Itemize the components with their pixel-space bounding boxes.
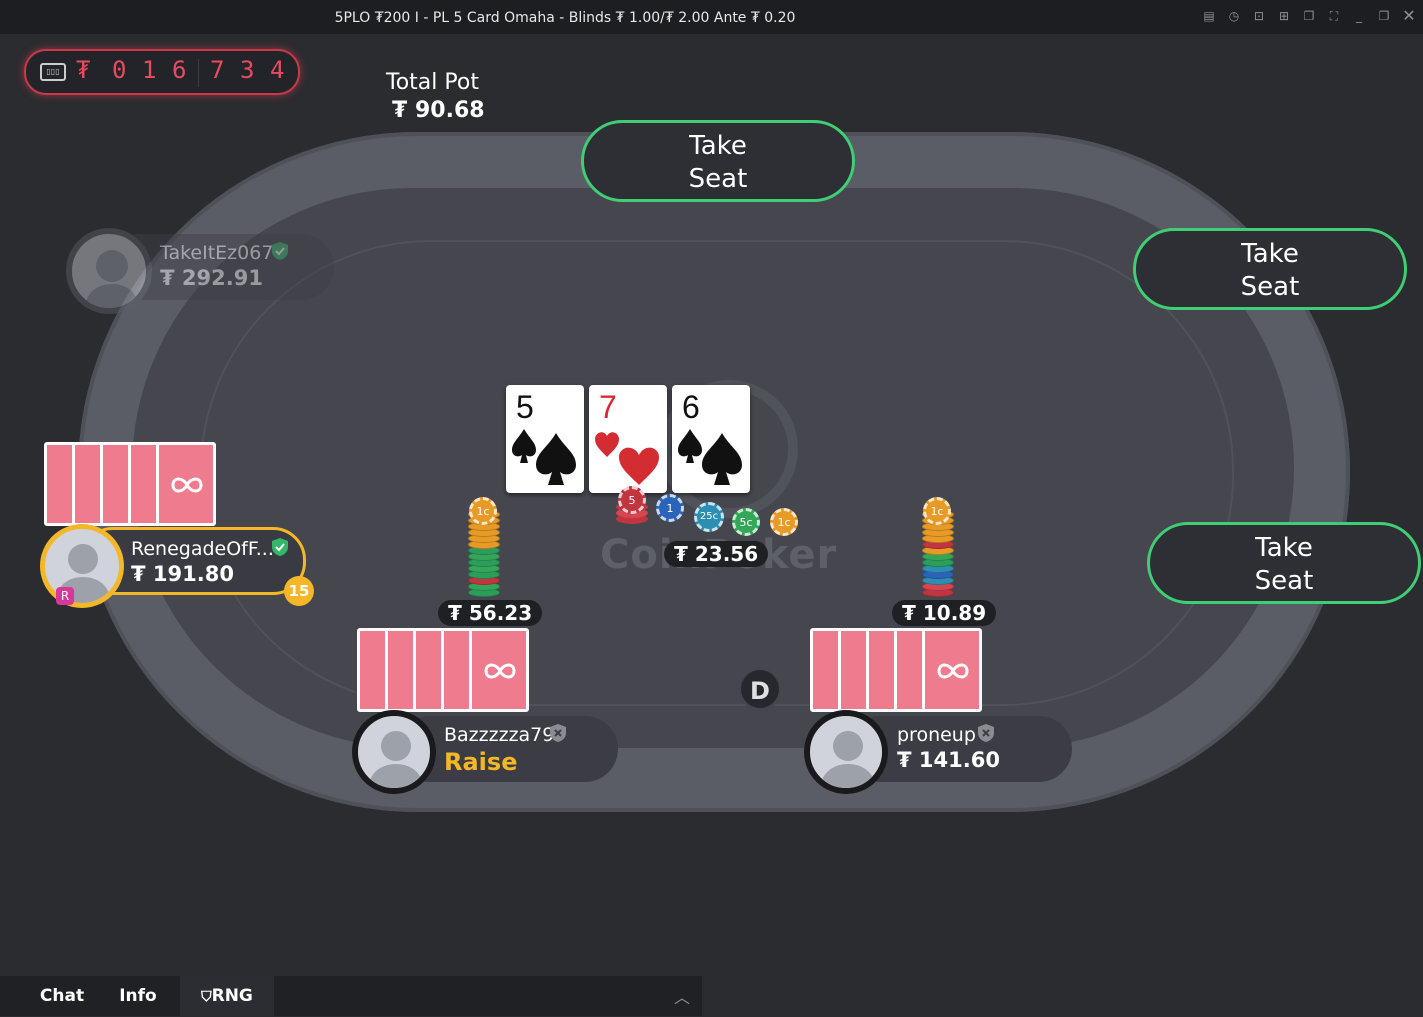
hole-cards-renegade bbox=[44, 442, 216, 526]
avatar bbox=[66, 228, 152, 314]
bottom-bar: Chat Info ⛉RNG ︿ bbox=[0, 976, 702, 1016]
community-card-1: 5 bbox=[506, 385, 584, 493]
minimize-icon[interactable]: _ bbox=[1352, 9, 1366, 23]
take-seat-label: Take Seat bbox=[688, 131, 748, 194]
chip-top-label: 1c bbox=[923, 497, 951, 525]
coinpoker-logo-icon bbox=[937, 663, 969, 679]
player-seat-renegade[interactable]: R RenegadeOfF... ₮ 191.80 15 bbox=[36, 524, 316, 610]
history-icon[interactable]: ◷ bbox=[1227, 9, 1241, 23]
avatar bbox=[804, 710, 888, 794]
chip-green: 5c bbox=[732, 508, 760, 536]
chip-teal: 25c bbox=[694, 502, 724, 532]
card-rank: 7 bbox=[599, 389, 617, 425]
lobby-icon[interactable]: ▤ bbox=[1202, 9, 1216, 23]
jackpot-digit: 1 bbox=[142, 56, 157, 84]
window-title: 5PLO ₮200 I - PL 5 Card Omaha - Blinds ₮… bbox=[334, 10, 796, 26]
jackpot-digit: 7 bbox=[210, 56, 225, 84]
take-seat-button-top[interactable]: Take Seat bbox=[581, 120, 855, 202]
bazzzzza79-bet: ₮ 56.23 bbox=[438, 600, 543, 626]
total-pot-label: Total Pot bbox=[386, 70, 479, 95]
player-seat-bazzzzza79[interactable]: Bazzzzza79 Raise bbox=[350, 708, 620, 794]
card-back bbox=[156, 442, 216, 526]
card-rank: 6 bbox=[682, 389, 700, 425]
verified-shield-icon bbox=[272, 242, 288, 260]
tab-rng[interactable]: ⛉RNG bbox=[180, 976, 274, 1016]
proneup-bet: ₮ 10.89 bbox=[892, 600, 997, 626]
chip-label: 5 bbox=[618, 486, 646, 514]
take-seat-label: Take Seat bbox=[1254, 533, 1314, 596]
tab-chat[interactable]: Chat bbox=[24, 976, 100, 1016]
total-pot-value: ₮ 90.68 bbox=[392, 98, 485, 123]
card-back bbox=[922, 628, 982, 712]
title-bar: 5PLO ₮200 I - PL 5 Card Omaha - Blinds ₮… bbox=[0, 0, 1423, 34]
verified-shield-icon bbox=[272, 538, 288, 556]
avatar bbox=[40, 524, 124, 608]
hole-cards-bazzzzza79 bbox=[357, 628, 529, 712]
jackpot-digit: 6 bbox=[172, 56, 187, 84]
unverified-shield-icon bbox=[978, 724, 994, 742]
unverified-shield-icon bbox=[550, 724, 566, 742]
chip-blue: 1 bbox=[656, 494, 684, 522]
take-seat-label: Take Seat bbox=[1240, 239, 1300, 302]
action-timer: 15 bbox=[284, 576, 314, 606]
take-seat-button-right-lower[interactable]: Take Seat bbox=[1147, 522, 1421, 604]
player-seat-takeitez067[interactable]: TakeItEz067 ₮ 292.91 bbox=[66, 228, 336, 314]
shield-icon: ⛉ bbox=[201, 989, 212, 1005]
cashier-icon[interactable]: ⊡ bbox=[1252, 9, 1266, 23]
jackpot-separator bbox=[198, 59, 199, 87]
chip-top-label: 1c bbox=[469, 497, 497, 525]
hole-cards-proneup bbox=[810, 628, 982, 712]
take-seat-button-right-upper[interactable]: Take Seat bbox=[1133, 228, 1407, 310]
player-badge: R bbox=[56, 587, 74, 605]
jackpot-digit: 0 bbox=[112, 56, 127, 84]
player-stack: ₮ 292.91 bbox=[160, 266, 263, 290]
player-name: Bazzzzza79 bbox=[444, 724, 555, 746]
coinpoker-logo-icon bbox=[171, 477, 203, 493]
jackpot-icon: ▯▯▯ bbox=[40, 63, 66, 81]
tab-rng-label: RNG bbox=[211, 986, 253, 1006]
center-pot-bet: ₮ 23.56 bbox=[664, 541, 769, 567]
fullscreen-icon[interactable]: ⛶ bbox=[1327, 9, 1341, 23]
jackpot-digit: 4 bbox=[270, 56, 285, 84]
tile-tables-icon[interactable]: ⊞ bbox=[1277, 9, 1291, 23]
card-back bbox=[469, 628, 529, 712]
player-last-action: Raise bbox=[444, 748, 518, 776]
chip-stack-red: 5 bbox=[616, 486, 650, 534]
chip-orange: 1c bbox=[770, 508, 798, 536]
community-card-2: 7 bbox=[589, 385, 667, 493]
avatar bbox=[352, 710, 436, 794]
heart-icon bbox=[595, 432, 659, 485]
player-name: TakeItEz067 bbox=[160, 242, 274, 264]
player-name: RenegadeOfF... bbox=[131, 538, 274, 560]
card-rank: 5 bbox=[516, 389, 534, 425]
coinpoker-logo-icon bbox=[484, 663, 516, 679]
tab-info[interactable]: Info bbox=[104, 976, 172, 1016]
spade-icon bbox=[512, 429, 576, 485]
dealer-button: D bbox=[739, 668, 781, 710]
chevron-up-icon[interactable]: ︿ bbox=[674, 984, 690, 1008]
restore-icon[interactable]: ❐ bbox=[1377, 9, 1391, 23]
player-name: proneup bbox=[897, 724, 976, 746]
player-seat-proneup[interactable]: proneup ₮ 141.60 bbox=[802, 708, 1074, 794]
player-stack: ₮ 191.80 bbox=[131, 562, 234, 586]
player-stack: ₮ 141.60 bbox=[897, 748, 1000, 772]
cascade-tables-icon[interactable]: ❐ bbox=[1302, 9, 1316, 23]
spade-icon bbox=[678, 429, 742, 485]
community-card-3: 6 bbox=[672, 385, 750, 493]
jackpot-currency: ₮ bbox=[76, 56, 91, 84]
close-icon[interactable]: ✕ bbox=[1402, 8, 1416, 24]
jackpot-counter[interactable]: ▯▯▯ ₮ 0 1 6 7 3 4 bbox=[24, 49, 300, 95]
jackpot-digit: 3 bbox=[240, 56, 255, 84]
